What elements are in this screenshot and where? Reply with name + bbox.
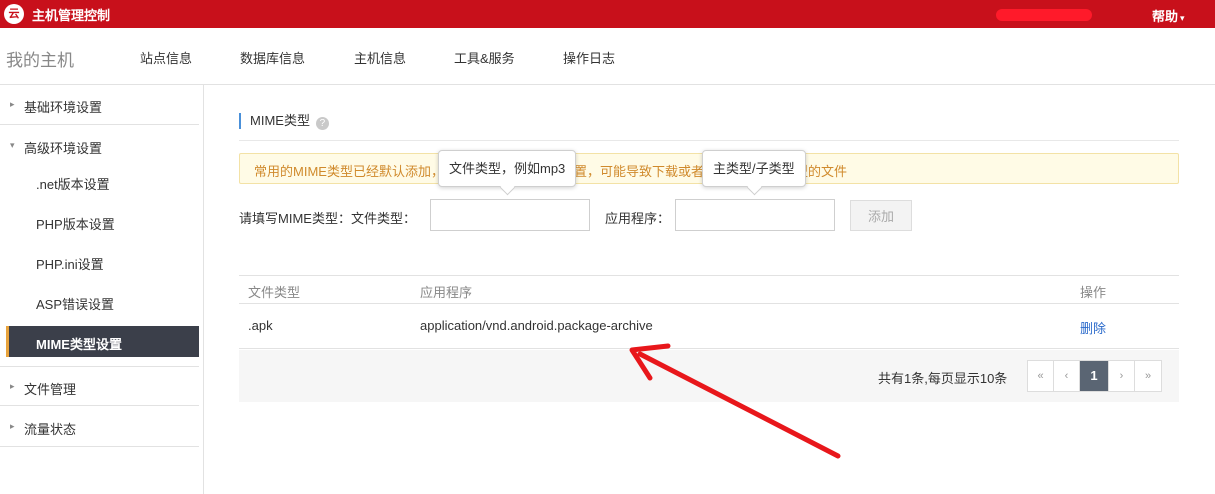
app-title: 主机管理控制 [32, 8, 111, 23]
file-type-label: 请填写MIME类型：文件类型： [239, 211, 416, 226]
chevron-down-icon: ▾ [1180, 13, 1185, 23]
nav-tools-services[interactable]: 工具&服务 [454, 48, 515, 67]
sidebar-item-label: PHP版本设置 [36, 217, 115, 232]
current-page-button[interactable]: 1 [1080, 361, 1109, 391]
column-header-file-type: 文件类型 [248, 285, 301, 300]
delete-link[interactable]: 删除 [1080, 318, 1106, 337]
pagination-summary: 共有1条,每页显示10条 [878, 371, 1008, 386]
section-title: MIME类型? [239, 113, 329, 130]
table-row: .apk application/vnd.android.package-arc… [239, 304, 1179, 349]
table-header: 文件类型 应用程序 操作 [239, 275, 1179, 304]
page-title: 我的主机 [6, 51, 74, 70]
file-type-input[interactable] [430, 199, 590, 231]
first-page-button[interactable]: « [1028, 361, 1054, 391]
nav-database-info[interactable]: 数据库信息 [240, 48, 305, 67]
help-question-icon[interactable]: ? [315, 117, 329, 130]
sidebar-group-advanced-env[interactable]: ▾ 高级环境设置 [0, 126, 199, 166]
next-page-button[interactable]: › [1109, 361, 1135, 391]
sidebar-item-php-ini[interactable]: PHP.ini设置 [6, 246, 199, 277]
file-type-tooltip: 文件类型，例如mp3 [438, 150, 577, 187]
sidebar-item-asp-error[interactable]: ASP错误设置 [6, 286, 199, 317]
cell-app: application/vnd.android.package-archive [420, 318, 653, 333]
caret-right-icon: ▸ [10, 99, 15, 109]
caret-down-icon: ▾ [10, 140, 15, 150]
sidebar-item-label: ASP错误设置 [36, 297, 115, 312]
nav-site-info[interactable]: 站点信息 [140, 48, 192, 67]
divider [239, 140, 1179, 141]
main-header: 我的主机 站点信息 数据库信息 主机信息 工具&服务 操作日志 [0, 28, 1215, 85]
cell-file-type: .apk [248, 318, 273, 333]
sidebar: ▸ 基础环境设置 ▾ 高级环境设置 .net版本设置 PHP版本设置 PHP.i… [0, 85, 204, 494]
add-button[interactable]: 添加 [850, 200, 912, 231]
app-input[interactable] [675, 199, 835, 231]
sidebar-item-mime-type[interactable]: MIME类型设置 [6, 326, 199, 357]
mime-table: 文件类型 应用程序 操作 .apk application/vnd.androi… [239, 275, 1179, 349]
sidebar-group-label: 流量状态 [24, 422, 77, 437]
top-bar: 云 主机管理控制 帮助 ▾ [0, 0, 1215, 28]
pagination-bar: 共有1条,每页显示10条 « ‹ 1 › » [239, 350, 1179, 402]
sidebar-group-traffic-status[interactable]: ▸ 流量状态 [0, 407, 199, 447]
help-menu[interactable]: 帮助 ▾ [1152, 6, 1185, 25]
section-title-text: MIME类型 [250, 113, 310, 128]
sidebar-group-label: 文件管理 [24, 382, 77, 397]
redacted-username [996, 9, 1092, 21]
sidebar-item-label: PHP.ini设置 [36, 257, 104, 272]
sidebar-group-basic-env[interactable]: ▸ 基础环境设置 [0, 85, 199, 125]
sidebar-item-dotnet-version[interactable]: .net版本设置 [6, 166, 199, 197]
sidebar-item-php-version[interactable]: PHP版本设置 [6, 206, 199, 237]
app-tooltip: 主类型/子类型 [702, 150, 806, 187]
caret-right-icon: ▸ [10, 421, 15, 431]
last-page-button[interactable]: » [1135, 361, 1161, 391]
logo-icon: 云 [4, 4, 24, 24]
sidebar-group-label: 基础环境设置 [24, 100, 103, 115]
sidebar-group-file-management[interactable]: ▸ 文件管理 [0, 366, 199, 406]
sidebar-item-label: .net版本设置 [36, 177, 110, 192]
sidebar-item-label: MIME类型设置 [36, 337, 122, 352]
column-header-action: 操作 [1080, 285, 1107, 300]
sidebar-group-label: 高级环境设置 [24, 141, 103, 156]
app-label: 应用程序： [605, 211, 671, 226]
column-header-app: 应用程序 [420, 285, 473, 300]
nav-host-info[interactable]: 主机信息 [354, 48, 406, 67]
caret-right-icon: ▸ [10, 381, 15, 391]
pagination: « ‹ 1 › » [1027, 360, 1162, 392]
prev-page-button[interactable]: ‹ [1054, 361, 1080, 391]
nav-operation-log[interactable]: 操作日志 [563, 48, 615, 67]
help-label: 帮助 [1152, 9, 1179, 24]
